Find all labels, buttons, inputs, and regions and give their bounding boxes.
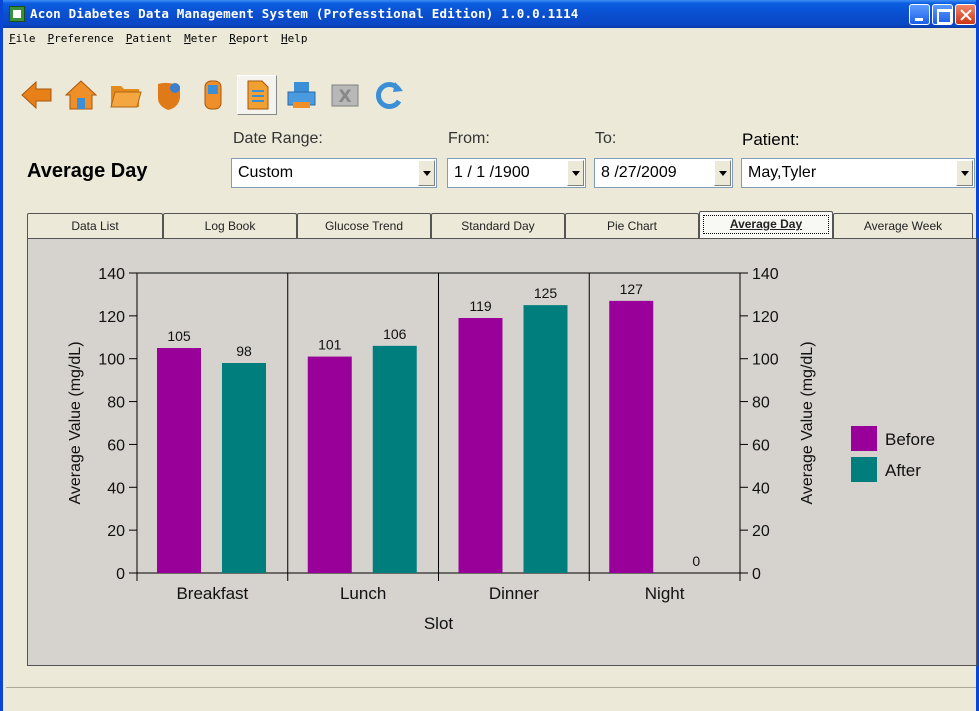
chevron-down-icon[interactable]	[714, 160, 731, 186]
y-axis-title-left: Average Value (mg/dL)	[67, 341, 84, 504]
to-date-picker[interactable]: 8 /27/2009	[594, 158, 733, 188]
x-axis-title: Slot	[424, 614, 454, 633]
print-icon[interactable]	[281, 75, 321, 115]
bar-after	[523, 305, 568, 573]
report-document-icon[interactable]	[237, 75, 277, 115]
x-tick-label: Lunch	[340, 584, 386, 603]
from-label: From:	[448, 130, 490, 147]
data-label: 119	[469, 298, 492, 314]
from-date-value: 1 / 1 /1900	[454, 164, 530, 181]
chevron-down-icon[interactable]	[956, 160, 973, 186]
data-label: 105	[167, 328, 191, 344]
x-tick-label: Dinner	[489, 584, 539, 603]
tab-data-list[interactable]: Data List	[27, 213, 163, 238]
svg-text:X: X	[338, 87, 351, 107]
from-date-picker[interactable]: 1 / 1 /1900	[447, 158, 586, 188]
bar-before	[307, 356, 352, 573]
date-range-select[interactable]: Custom	[231, 158, 437, 188]
y-tick-label-right: 120	[752, 309, 779, 326]
refresh-icon[interactable]	[369, 75, 409, 115]
tab-log-book[interactable]: Log Book	[163, 213, 297, 238]
hands-icon[interactable]	[149, 75, 189, 115]
average-day-chart: 0 0 20 20 40 40 60 60 80 80 100 100 120 120 140 140 105 9…	[67, 266, 935, 633]
bar-before	[609, 300, 654, 573]
y-tick-label-right: 60	[752, 437, 770, 454]
menu-patient[interactable]: Patient	[126, 30, 172, 50]
legend-label-after: After	[885, 461, 921, 480]
app-window: Acon Diabetes Data Management System (Pr…	[0, 0, 979, 711]
patient-select[interactable]: May,Tyler	[741, 158, 975, 188]
bar-after	[372, 345, 417, 573]
data-label: 101	[318, 337, 342, 353]
x-tick-label: Night	[645, 584, 685, 603]
y-axis-title-right: Average Value (mg/dL)	[799, 341, 816, 504]
y-tick-label-left: 140	[98, 266, 125, 283]
x-tick-label: Breakfast	[176, 584, 248, 603]
data-label: 125	[534, 285, 558, 301]
tab-average-week[interactable]: Average Week	[833, 213, 973, 238]
home-icon[interactable]	[61, 75, 101, 115]
y-tick-label-right: 40	[752, 480, 770, 497]
y-tick-label-right: 20	[752, 523, 770, 540]
patient-value: May,Tyler	[748, 164, 817, 181]
y-tick-label-right: 140	[752, 266, 779, 283]
tab-standard-day[interactable]: Standard Day	[431, 213, 565, 238]
to-label: To:	[595, 130, 617, 147]
menu-preference[interactable]: Preference	[48, 30, 114, 50]
data-label: 127	[620, 281, 644, 297]
y-tick-label-left: 120	[98, 309, 125, 326]
bar-before	[458, 318, 503, 573]
title-bar[interactable]: Acon Diabetes Data Management System (Pr…	[3, 0, 976, 28]
y-tick-label-right: 100	[752, 352, 779, 369]
legend-swatch-before	[851, 426, 877, 451]
data-label: 106	[383, 326, 407, 342]
menu-file[interactable]: File	[9, 30, 36, 50]
data-label: 98	[236, 343, 252, 359]
y-tick-label-left: 40	[107, 480, 125, 497]
y-tick-label-right: 80	[752, 395, 770, 412]
date-range-value: Custom	[238, 164, 294, 181]
y-tick-label-left: 80	[107, 395, 125, 412]
date-range-label: Date Range:	[233, 130, 323, 147]
tab-average-day[interactable]: Average Day	[699, 211, 833, 238]
app-icon	[9, 6, 25, 22]
close-button[interactable]	[955, 4, 976, 25]
chevron-down-icon[interactable]	[567, 160, 584, 186]
y-tick-label-left: 60	[107, 437, 125, 454]
maximize-button[interactable]	[932, 4, 953, 25]
tab-glucose-trend[interactable]: Glucose Trend	[297, 213, 431, 238]
minimize-button[interactable]	[909, 4, 930, 25]
menu-report[interactable]: Report	[229, 30, 269, 50]
meter-device-icon[interactable]	[193, 75, 233, 115]
y-tick-label-left: 0	[116, 566, 125, 583]
y-tick-label-left: 100	[98, 352, 125, 369]
y-tick-label-left: 20	[107, 523, 125, 540]
menu-bar: File Preference Patient Meter Report Hel…	[9, 30, 307, 50]
menu-meter[interactable]: Meter	[184, 30, 217, 50]
to-date-value: 8 /27/2009	[601, 164, 677, 181]
legend-swatch-after	[851, 457, 877, 482]
tab-pie-chart[interactable]: Pie Chart	[565, 213, 699, 238]
bar-before	[157, 348, 201, 573]
bar-after	[222, 363, 266, 573]
status-bar	[6, 687, 976, 711]
y-tick-label-right: 0	[752, 566, 761, 583]
tab-strip: Data List Log Book Glucose Trend Standar…	[27, 211, 977, 239]
toolbar: X	[17, 75, 409, 115]
window-title: Acon Diabetes Data Management System (Pr…	[30, 6, 579, 21]
export-excel-icon[interactable]: X	[325, 75, 365, 115]
patient-label: Patient:	[742, 130, 800, 149]
menu-help[interactable]: Help	[281, 30, 308, 50]
legend-label-before: Before	[885, 430, 935, 449]
page-title: Average Day	[27, 160, 148, 182]
chart-panel: 0 0 20 20 40 40 60 60 80 80 100 100 120 120 140 140 105 9…	[27, 238, 977, 666]
data-label: 0	[692, 553, 700, 569]
chevron-down-icon[interactable]	[418, 160, 435, 186]
open-folder-icon[interactable]	[105, 75, 145, 115]
back-arrow-icon[interactable]	[17, 75, 57, 115]
